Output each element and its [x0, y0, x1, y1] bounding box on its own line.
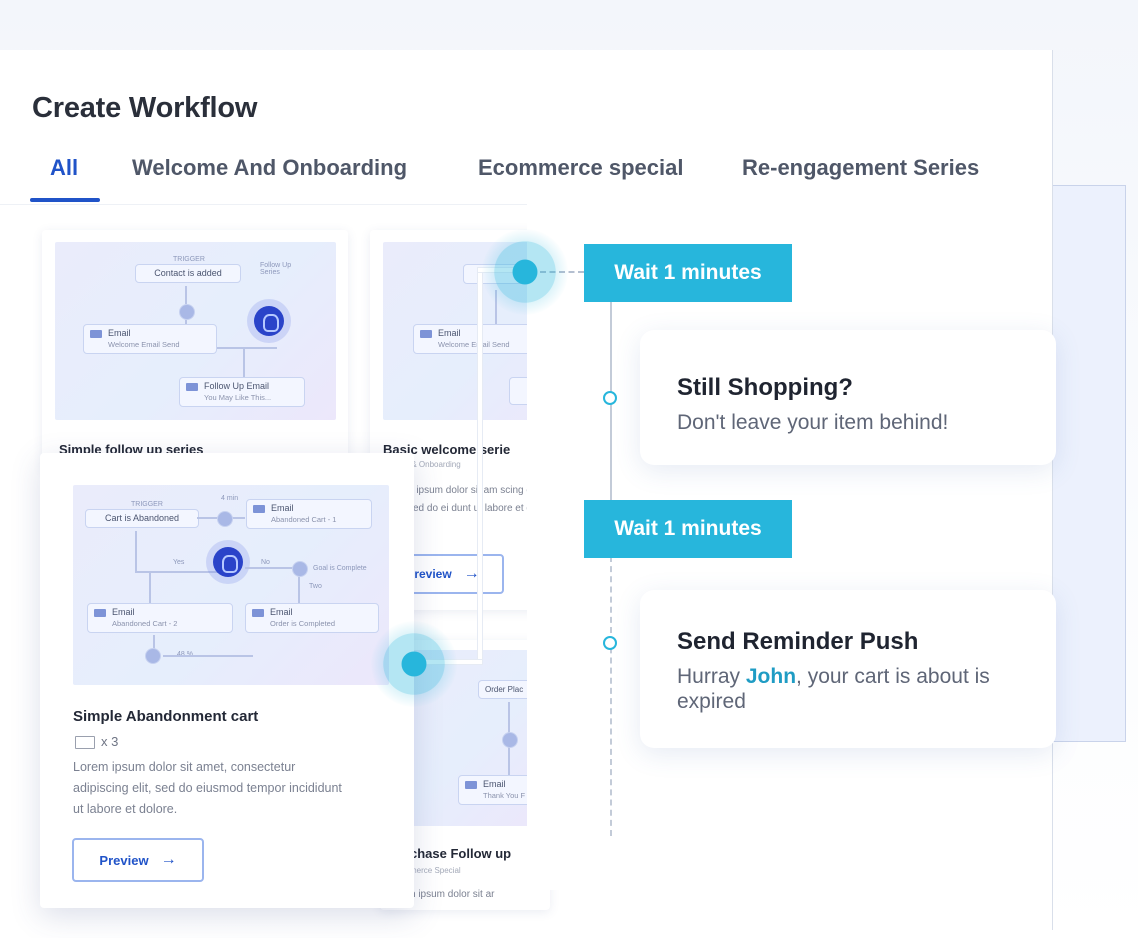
trigger-label: TRIGGER: [131, 501, 163, 508]
connector-line: [153, 635, 155, 649]
workflow-thumbnail: TRIGGER Cart is Abandoned 4 min Email Aba…: [73, 485, 389, 685]
message-body: Hurray John, your cart is about is expir…: [677, 665, 990, 713]
percent-dot: [145, 648, 161, 664]
tab-welcome-onboarding[interactable]: Welcome And Onboarding: [132, 155, 407, 181]
mail-icon: [253, 504, 265, 513]
avatar-icon: [254, 306, 284, 336]
template-card-simple-follow-up[interactable]: TRIGGER Contact is added Follow Up Serie…: [42, 230, 348, 470]
active-tab-indicator: [30, 198, 100, 202]
connector-line: [217, 347, 277, 349]
email-node-1: Email Abandoned Cart - 1: [246, 499, 372, 529]
goal-dot: [292, 561, 308, 577]
mail-icon: [90, 329, 102, 338]
email-node-2: Email Abandoned Cart - 2: [87, 603, 233, 633]
connector-line: [185, 286, 187, 304]
connector-line: [163, 655, 253, 657]
workflow-thumbnail: TRIGGER Contact is added Follow Up Serie…: [55, 242, 336, 420]
modal-edge: [1052, 910, 1053, 930]
wait-dot: [217, 511, 233, 527]
branch-dot: [502, 732, 518, 748]
trigger-node: Cart is Abandoned: [85, 509, 199, 528]
no-label: No: [261, 559, 270, 566]
category-tabs: All Welcome And Onboarding Ecommerce spe…: [0, 150, 1052, 204]
template-card-abandonment[interactable]: TRIGGER Cart is Abandoned 4 min Email Aba…: [40, 453, 414, 908]
followup-email-node: Follow Up Email You May Like This...: [179, 377, 305, 407]
trigger-label: TRIGGER: [173, 256, 205, 263]
goal-label: Goal is Complete: [313, 565, 367, 572]
message-title: Send Reminder Push: [677, 628, 919, 655]
message-title: Still Shopping?: [677, 374, 853, 401]
mail-icon: [465, 780, 477, 789]
timeline-line-dashed: [610, 556, 612, 836]
tab-reengagement-series[interactable]: Re-engagement Series: [742, 155, 979, 181]
wait-step-1[interactable]: Wait 1 minutes: [584, 244, 792, 302]
email-count: x 3: [75, 734, 118, 750]
connector-line: [149, 573, 151, 603]
highlighted-name: John: [745, 665, 797, 688]
mail-icon: [186, 382, 198, 391]
card-node-glow: [371, 621, 457, 707]
source-node-glow: [482, 229, 568, 315]
tab-all[interactable]: All: [50, 155, 78, 181]
connector-line: [135, 531, 137, 571]
preview-button[interactable]: Preview →: [72, 838, 204, 882]
card-title: chase Follow up: [410, 846, 512, 861]
branch-dot: [179, 304, 195, 320]
envelope-icon: [75, 736, 95, 750]
message-card-send-reminder[interactable]: Send Reminder Push Hurray John, your car…: [640, 590, 1056, 748]
step-marker: [603, 391, 617, 405]
card-description: Lorem ipsum dolor sit amet, consectetur …: [73, 760, 342, 816]
connector-route: [478, 272, 482, 664]
timeline-line: [610, 300, 612, 510]
card-category: merce Special: [410, 866, 461, 875]
mail-icon: [94, 608, 106, 617]
yes-label: Yes: [173, 559, 185, 566]
connector-line: [298, 577, 300, 603]
step-marker: [603, 636, 617, 650]
message-card-still-shopping[interactable]: Still Shopping? Don't leave your item be…: [640, 330, 1056, 465]
wait-step-2[interactable]: Wait 1 minutes: [584, 500, 792, 558]
page-title: Create Workflow: [32, 92, 258, 124]
tab-ecommerce-special[interactable]: Ecommerce special: [478, 155, 683, 181]
wait-label: 4 min: [221, 495, 239, 502]
card-description: n ipsum dolor sit ar: [410, 889, 495, 900]
email-node: Email Welcome Email Send: [83, 324, 217, 354]
mail-icon: [252, 608, 264, 617]
trigger-node: Contact is added: [135, 264, 241, 283]
card-title: Simple Abandonment cart: [73, 708, 259, 725]
message-body: Don't leave your item behind!: [677, 411, 949, 434]
two-label: Two: [309, 583, 322, 590]
series-label: Follow Up Series: [260, 262, 292, 276]
avatar-icon: [213, 547, 243, 577]
side-panel-backdrop: [1050, 185, 1126, 742]
arrow-right-icon: →: [160, 851, 177, 868]
email-node-3: Email Order is Completed: [245, 603, 379, 633]
mail-icon: [420, 329, 432, 338]
